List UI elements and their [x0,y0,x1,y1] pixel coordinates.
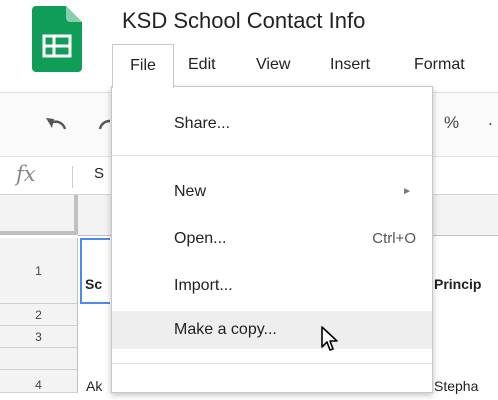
menu-item-make-copy[interactable]: Make a copy... [112,311,432,349]
menu-item-share-label: Share... [174,115,231,132]
cell-c4[interactable]: Stepha [434,378,478,394]
cell-a4[interactable]: Ak [86,378,102,394]
menu-file[interactable]: File [112,44,174,88]
row-header-1[interactable]: 1 [0,238,78,304]
cell-c1[interactable]: Princip [434,276,481,292]
file-menu-dropdown: Share... New ► Open... Ctrl+O Import... … [111,86,433,393]
select-all-corner[interactable] [0,195,78,235]
menu-item-make-copy-label: Make a copy... [174,321,277,338]
menu-item-import-label: Import... [174,277,233,294]
redo-icon[interactable] [98,115,112,136]
menu-item-import[interactable]: Import... [112,267,432,305]
menubar: File Edit View Insert Format [112,44,498,88]
row-header-4[interactable]: 4 [0,370,78,393]
format-percent-button[interactable]: % [444,113,459,133]
menu-separator [112,155,432,156]
toolbar-overflow[interactable]: . [488,110,493,130]
menu-view[interactable]: View [256,44,290,86]
active-cell-a1[interactable] [80,238,110,304]
menu-item-open[interactable]: Open... Ctrl+O [112,220,432,258]
menu-separator [112,363,432,364]
mouse-pointer-icon [320,325,340,358]
menu-insert[interactable]: Insert [330,44,370,86]
row-header-2[interactable]: 2 [0,304,78,326]
submenu-arrow-icon: ► [402,186,412,197]
menu-format[interactable]: Format [414,44,465,86]
document-title[interactable]: KSD School Contact Info [122,8,365,34]
menu-item-open-label: Open... [174,230,227,247]
formula-input[interactable]: S [94,165,104,182]
fx-icon: fx [16,162,36,186]
open-shortcut: Ctrl+O [372,230,416,247]
row-header-spacer [0,348,78,370]
undo-icon[interactable] [44,115,68,136]
menu-edit[interactable]: Edit [188,44,216,86]
row-header-3[interactable]: 3 [0,326,78,348]
menu-item-new-label: New [174,183,207,200]
menu-item-share[interactable]: Share... [112,105,432,143]
cell-a1[interactable]: Sc [85,276,102,292]
menu-item-new[interactable]: New ► [112,173,432,211]
formula-separator [72,166,73,188]
sheets-logo-icon[interactable] [32,6,82,72]
